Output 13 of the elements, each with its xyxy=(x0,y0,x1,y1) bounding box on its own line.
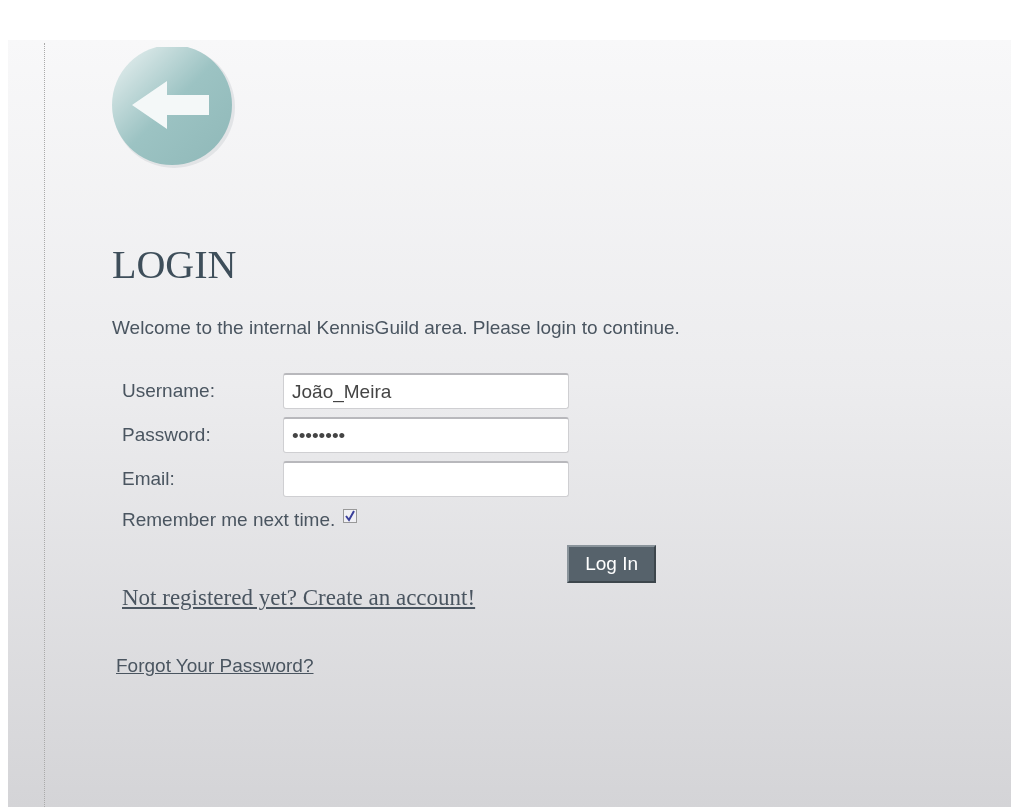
remember-label: Remember me next time. xyxy=(122,509,336,531)
welcome-text: Welcome to the internal KennisGuild area. Please login to continue. xyxy=(112,317,680,339)
input-field[interactable] xyxy=(283,461,569,497)
field-label: Username: xyxy=(122,380,216,402)
input-field[interactable]: João_Meira xyxy=(283,373,569,409)
register-link[interactable]: Not registered yet? Create an account! xyxy=(122,585,476,611)
field-label: Email: xyxy=(122,468,176,490)
field-label: Password: xyxy=(122,424,212,446)
forgot-password-link[interactable]: Forgot Your Password? xyxy=(116,655,314,677)
login-button[interactable]: Log In xyxy=(567,545,656,583)
remember-checkbox[interactable] xyxy=(343,509,358,523)
page-heading: LOGIN xyxy=(112,241,237,289)
input-field[interactable]: •••••••• xyxy=(283,417,569,453)
